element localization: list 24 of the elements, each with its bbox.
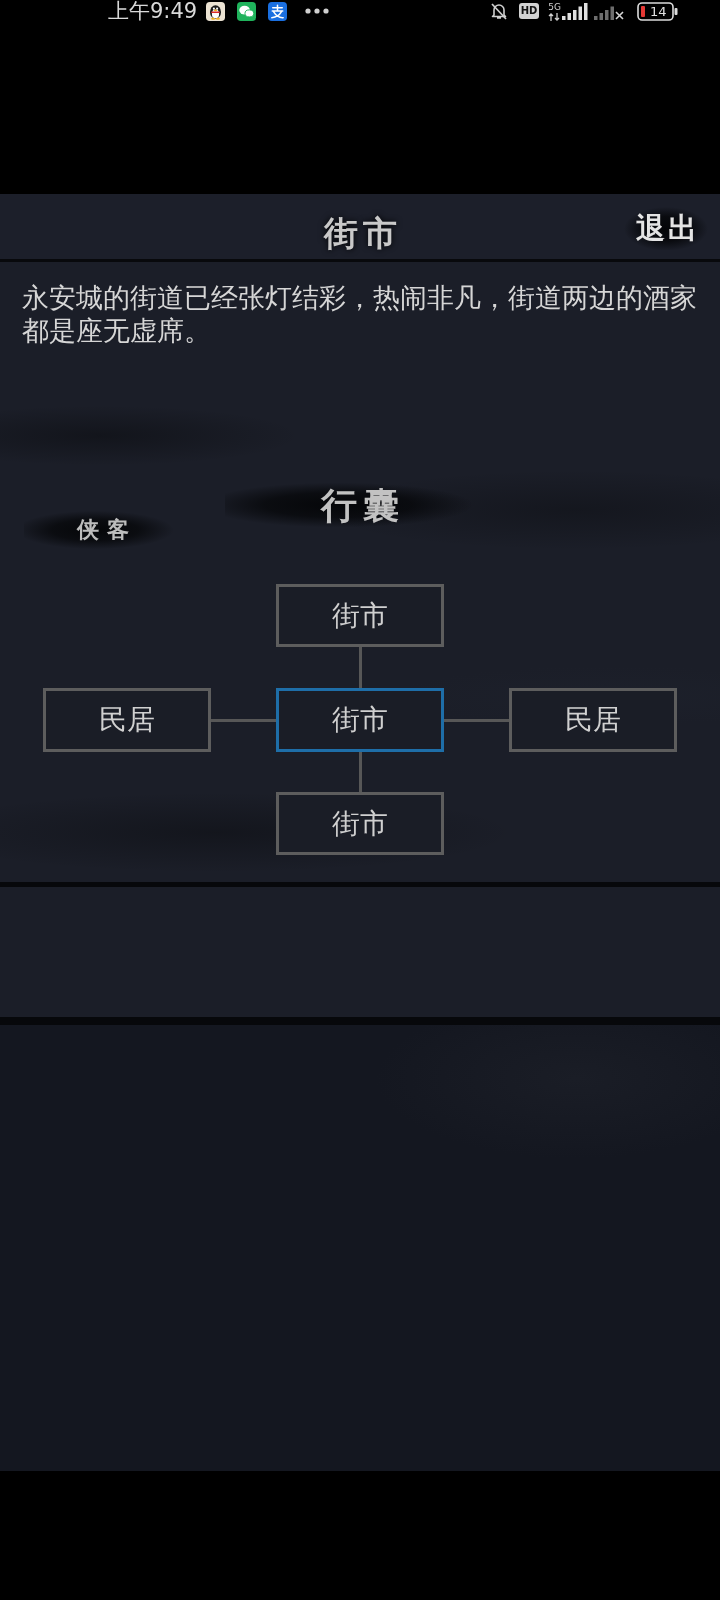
location-node[interactable]: 民居 bbox=[509, 688, 677, 752]
location-node[interactable]: 民居 bbox=[43, 688, 211, 752]
exit-button[interactable]: 退出 bbox=[624, 206, 708, 250]
status-time: 上午9:49 bbox=[108, 0, 198, 22]
battery-icon bbox=[637, 1, 678, 21]
network-type-text: 5G bbox=[548, 1, 561, 12]
data-arrows-icon bbox=[548, 12, 561, 21]
battery-level-text: 14 bbox=[650, 3, 667, 19]
app-icon bbox=[268, 1, 288, 21]
location-node[interactable]: 街市 bbox=[276, 688, 444, 752]
connector-line bbox=[211, 718, 276, 722]
chat-bubbles-icon bbox=[237, 1, 257, 21]
connector-line bbox=[444, 718, 509, 722]
more-icon bbox=[305, 8, 330, 14]
connector-line bbox=[358, 647, 362, 688]
hd-indicator: HD bbox=[518, 3, 540, 19]
bell-muted-icon bbox=[488, 1, 509, 21]
penguin-icon bbox=[206, 1, 226, 21]
signal-icon bbox=[562, 2, 589, 20]
location-node[interactable]: 街市 bbox=[276, 792, 444, 855]
connector-line bbox=[358, 752, 362, 792]
location-node[interactable]: 街市 bbox=[276, 584, 444, 647]
screen-title: 街市 bbox=[322, 212, 402, 254]
scene-description: 永安城的街道已经张灯结彩，热闹非凡，街道两边的酒家都是座无虚席。 bbox=[22, 281, 698, 347]
